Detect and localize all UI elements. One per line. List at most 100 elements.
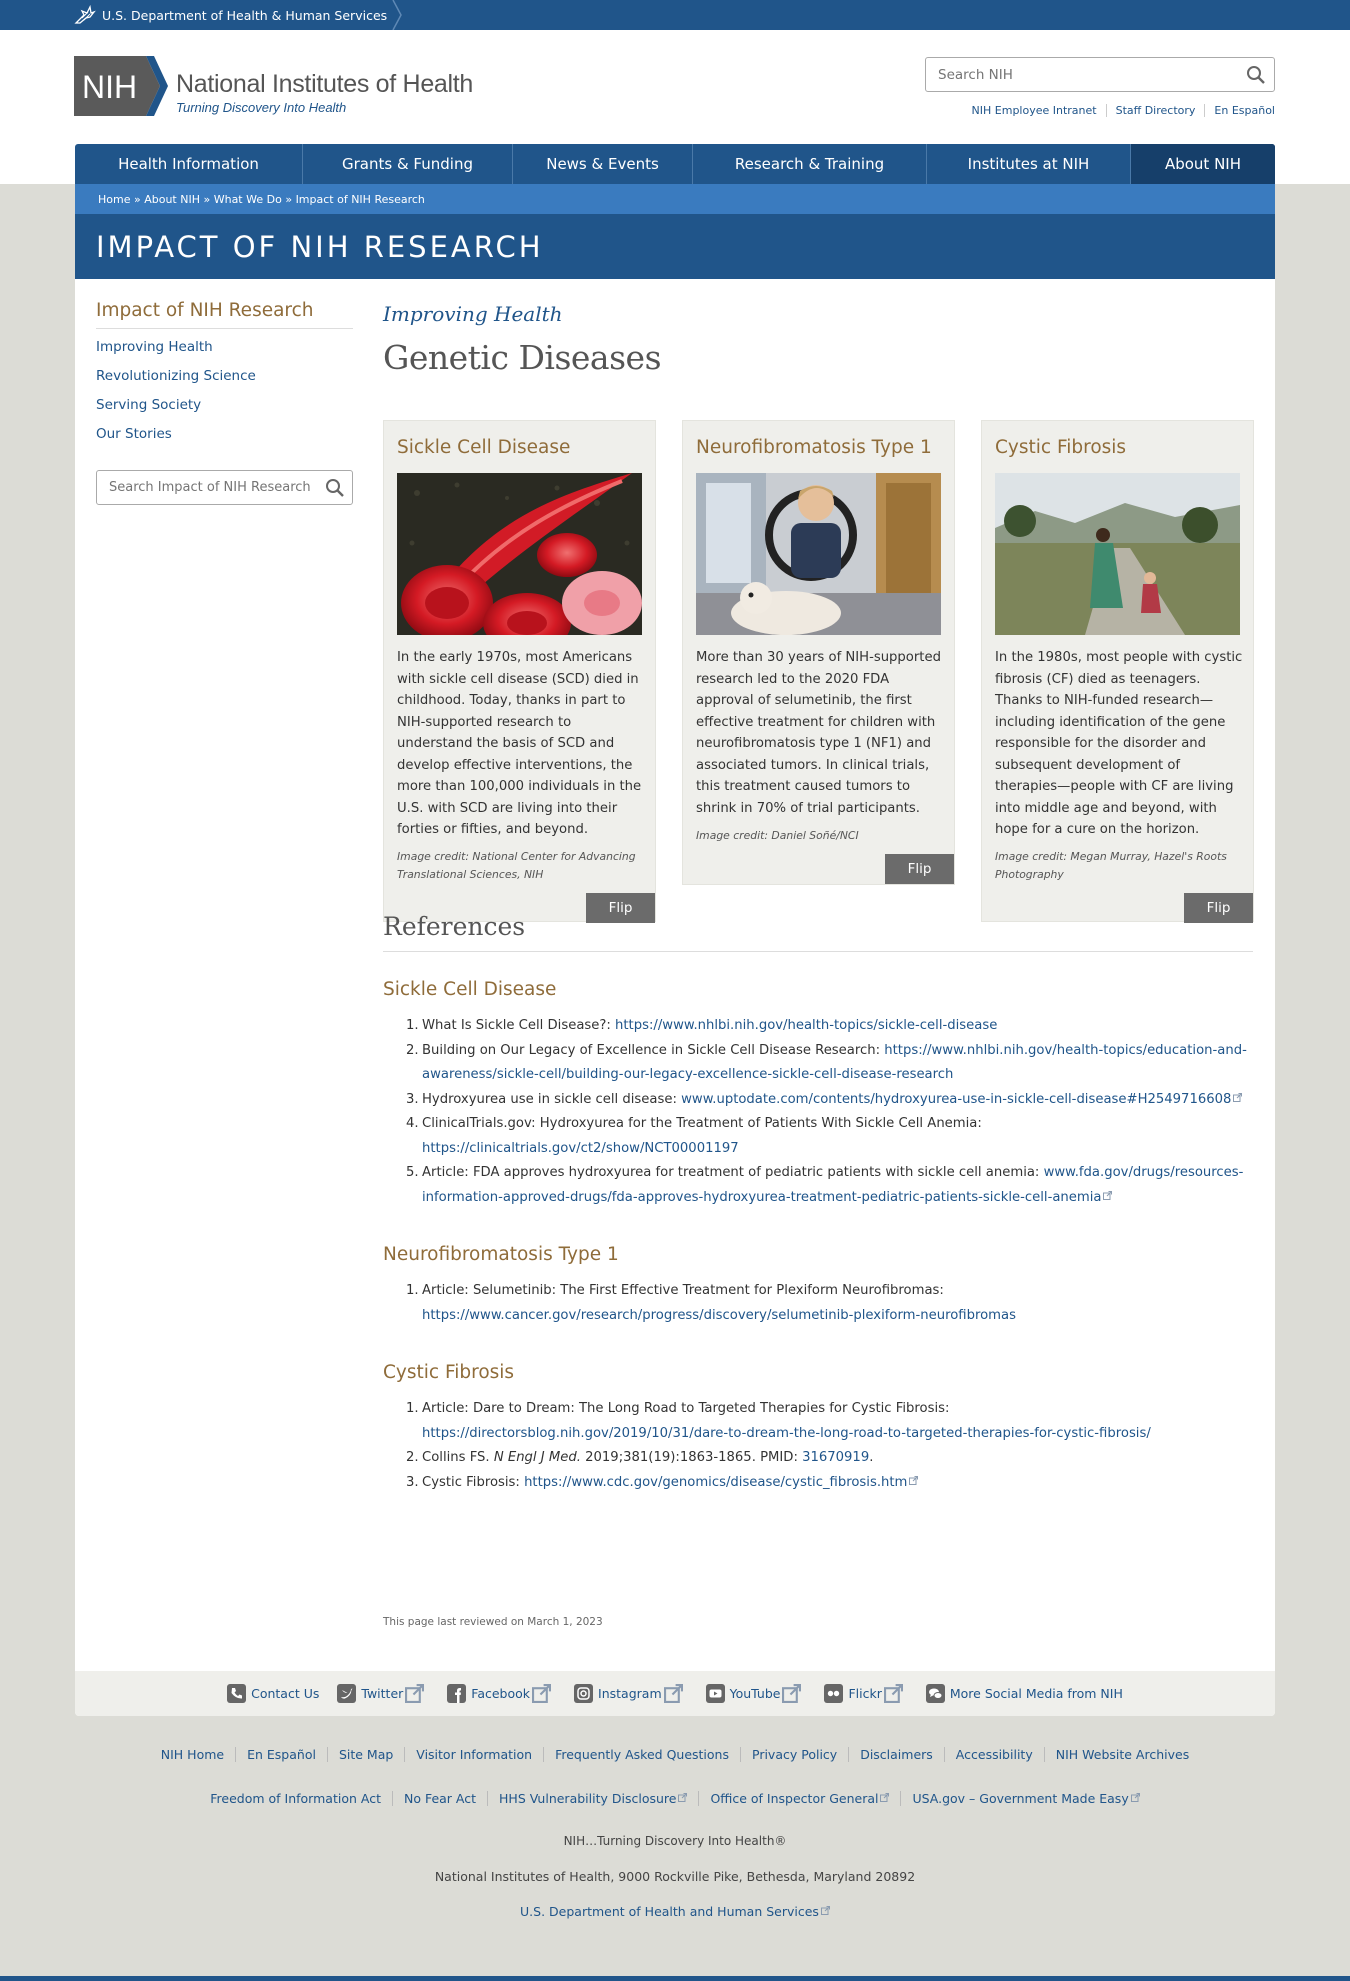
nav-institutes-at-nih[interactable]: Institutes at NIH — [927, 144, 1131, 184]
ref-list-cystic-fibrosis: 1. Article: Dare to Dream: The Long Road … — [383, 1397, 1253, 1495]
card-cystic-fibrosis: Cystic Fibrosis In the 1980s, most peopl… — [981, 420, 1254, 923]
nav-news-events[interactable]: News & Events — [513, 144, 693, 184]
hhs-label: U.S. Department of Health & Human Servic… — [102, 7, 388, 23]
references-title: References — [383, 912, 1253, 952]
phone-icon — [227, 1684, 247, 1703]
ref-item: 2. Building on Our Legacy of Excellence i… — [406, 1042, 1247, 1083]
breadcrumb-about-nih[interactable]: About NIH — [144, 193, 200, 206]
footer-link[interactable]: USA.gov – Government Made Easy — [900, 1791, 1150, 1806]
last-reviewed: This page last reviewed on March 1, 2023 — [383, 1616, 603, 1628]
section-banner: IMPACT OF NIH RESEARCH — [75, 214, 1275, 279]
sidebar-search-input[interactable] — [97, 471, 322, 504]
boy-in-wheelchair-with-dog-image — [696, 473, 941, 635]
footer-link[interactable]: HHS Vulnerability Disclosure — [487, 1791, 698, 1806]
external-link-icon — [1103, 1190, 1113, 1200]
footer-link[interactable]: Office of Inspector General — [698, 1791, 900, 1806]
search-icon[interactable] — [1246, 65, 1266, 85]
sidebar-title: Impact of NIH Research — [96, 300, 353, 329]
external-link-icon — [678, 1793, 688, 1802]
content-container: Home » About NIH » What We Do » Impact o… — [75, 184, 1275, 1716]
nav-health-information[interactable]: Health Information — [75, 144, 303, 184]
card-title: Sickle Cell Disease — [397, 437, 571, 458]
footer-link[interactable]: NIH Website Archives — [1043, 1747, 1201, 1762]
breadcrumb-home[interactable]: Home — [98, 193, 130, 206]
footer-link[interactable]: En Español — [235, 1747, 327, 1762]
nav-research-training[interactable]: Research & Training — [693, 144, 927, 184]
footer-link[interactable]: Accessibility — [943, 1747, 1044, 1762]
footer-link[interactable]: No Fear Act — [391, 1791, 487, 1806]
sickle-cell-blood-cells-image — [397, 473, 642, 635]
flickr-link[interactable]: Flickr — [824, 1684, 907, 1703]
bottom-bar — [0, 1976, 1350, 1981]
search-icon[interactable] — [325, 478, 345, 498]
ref-item: 1. What Is Sickle Cell Disease?: https://… — [406, 1018, 998, 1033]
footer-link[interactable]: Disclaimers — [848, 1747, 944, 1762]
sidebar-search-box — [96, 470, 353, 505]
en-espanol-link[interactable]: En Español — [1204, 104, 1275, 117]
footer-link[interactable]: Freedom of Information Act — [199, 1791, 392, 1806]
contact-us-link[interactable]: Contact Us — [227, 1684, 319, 1703]
breadcrumb-what-we-do[interactable]: What We Do — [214, 193, 282, 206]
footer-links-row-2: Freedom of Information Act No Fear Act H… — [0, 1791, 1350, 1806]
sidebar-item-our-stories[interactable]: Our Stories — [96, 426, 353, 442]
footer-links-row-1: NIH Home En Español Site Map Visitor Inf… — [0, 1747, 1350, 1762]
footer-link[interactable]: NIH Home — [150, 1747, 235, 1762]
footer-tagline: NIH…Turning Discovery Into Health® — [563, 1834, 787, 1848]
external-link-icon — [820, 1906, 830, 1915]
pmid-link[interactable]: 31670919 — [802, 1450, 869, 1465]
more-social-media-link[interactable]: More Social Media from NIH — [925, 1684, 1123, 1703]
card-image-credit: Image credit: Megan Murray, Hazel's Root… — [995, 850, 1227, 881]
ref-heading-neurofibromatosis: Neurofibromatosis Type 1 — [383, 1244, 619, 1265]
logo-mark-text: NIH — [82, 69, 137, 105]
banner-title: IMPACT OF NIH RESEARCH — [96, 229, 544, 264]
external-link-icon — [405, 1684, 425, 1703]
flickr-icon — [824, 1684, 844, 1703]
card-image-credit: Image credit: National Center for Advanc… — [397, 850, 636, 881]
external-link-icon — [532, 1684, 552, 1703]
ref-link[interactable]: https://directorsblog.nih.gov/2019/10/31… — [422, 1426, 1151, 1441]
nav-about-nih[interactable]: About NIH — [1131, 144, 1275, 184]
ref-link[interactable]: https://www.nhlbi.nih.gov/health-topics/… — [615, 1018, 997, 1033]
ref-item: 3. Hydroxyurea use in sickle cell disease… — [383, 1088, 1253, 1113]
nih-logo-mark: NIH — [74, 56, 168, 116]
footer-link[interactable]: Privacy Policy — [740, 1747, 848, 1762]
footer-address: National Institutes of Health, 9000 Rock… — [434, 1869, 916, 1884]
footer-link[interactable]: Site Map — [326, 1747, 404, 1762]
sidebar-item-serving-society[interactable]: Serving Society — [96, 397, 353, 413]
employee-intranet-link[interactable]: NIH Employee Intranet — [963, 104, 1106, 117]
ref-link[interactable]: https://www.cdc.gov/genomics/disease/cys… — [524, 1475, 907, 1490]
twitter-link[interactable]: Twitter — [337, 1684, 429, 1703]
footer-link[interactable]: Visitor Information — [404, 1747, 543, 1762]
sidebar-item-improving-health[interactable]: Improving Health — [96, 339, 353, 355]
ref-heading-sickle-cell: Sickle Cell Disease — [383, 979, 557, 1000]
hhs-footer-link[interactable]: U.S. Department of Health and Human Serv… — [520, 1904, 819, 1919]
ref-link[interactable]: https://clinicaltrials.gov/ct2/show/NCT0… — [422, 1141, 739, 1156]
nih-logo[interactable]: NIH National Institutes of Health Turnin… — [74, 56, 473, 116]
card-title: Cystic Fibrosis — [995, 437, 1127, 458]
staff-directory-link[interactable]: Staff Directory — [1105, 104, 1205, 117]
youtube-link[interactable]: YouTube — [705, 1684, 807, 1703]
utility-links: NIH Employee Intranet Staff Directory En… — [963, 104, 1275, 117]
hhs-link[interactable]: U.S. Department of Health & Human Servic… — [74, 0, 405, 30]
ref-item: 4. ClinicalTrials.gov: Hydroxyurea for th… — [406, 1116, 982, 1156]
hhs-eagle-icon — [74, 4, 96, 24]
main-content: Improving Health Genetic Diseases Sickle… — [383, 302, 1254, 1490]
ref-list-sickle-cell: 1. What Is Sickle Cell Disease?: https://… — [383, 1014, 1253, 1210]
sidebar: Impact of NIH Research Improving Health … — [96, 300, 353, 505]
external-link-icon — [880, 1793, 890, 1802]
references-section: References Sickle Cell Disease 1. What Is… — [383, 912, 1253, 1495]
nih-search-input[interactable] — [926, 58, 1226, 91]
breadcrumb: Home » About NIH » What We Do » Impact o… — [75, 184, 1275, 214]
flip-button[interactable]: Flip — [885, 854, 954, 884]
twitter-icon — [337, 1684, 357, 1703]
sidebar-item-revolutionizing-science[interactable]: Revolutionizing Science — [96, 368, 353, 384]
ref-link[interactable]: www.uptodate.com/contents/hydroxyurea-us… — [681, 1092, 1231, 1107]
footer-link[interactable]: Frequently Asked Questions — [543, 1747, 740, 1762]
chevron-right-icon — [392, 0, 403, 30]
social-links: Contact Us Twitter Facebook Instagram Yo… — [75, 1671, 1275, 1716]
nav-grants-funding[interactable]: Grants & Funding — [303, 144, 513, 184]
instagram-link[interactable]: Instagram — [574, 1684, 688, 1703]
card-image-credit: Image credit: Daniel Soñé/NCI — [696, 829, 859, 842]
ref-link[interactable]: https://www.cancer.gov/research/progress… — [422, 1308, 1016, 1323]
facebook-link[interactable]: Facebook — [447, 1684, 556, 1703]
